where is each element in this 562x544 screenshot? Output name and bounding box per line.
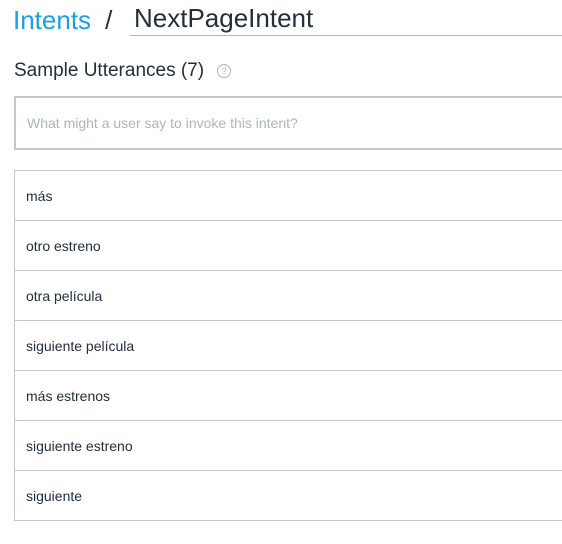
breadcrumb: Intents / xyxy=(13,2,120,38)
utterance-item[interactable]: siguiente estreno xyxy=(15,421,562,471)
utterance-item[interactable]: más estrenos xyxy=(15,371,562,421)
sample-utterances-title: Sample Utterances (7) xyxy=(14,60,205,81)
utterance-list: más otro estreno otra película siguiente… xyxy=(14,170,562,521)
utterance-item[interactable]: otra película xyxy=(15,271,562,321)
intent-name-input[interactable] xyxy=(130,2,562,36)
utterance-input[interactable] xyxy=(16,98,562,148)
utterance-input-container xyxy=(14,96,562,150)
intents-breadcrumb-link[interactable]: Intents xyxy=(13,5,91,36)
breadcrumb-separator: / xyxy=(105,4,113,35)
sample-utterances-header: Sample Utterances (7) ? xyxy=(14,59,232,83)
help-icon[interactable]: ? xyxy=(217,64,232,78)
utterance-item[interactable]: otro estreno xyxy=(15,221,562,271)
utterance-item[interactable]: más xyxy=(15,171,562,221)
utterance-item[interactable]: siguiente película xyxy=(15,321,562,371)
utterance-item[interactable]: siguiente xyxy=(15,471,562,520)
